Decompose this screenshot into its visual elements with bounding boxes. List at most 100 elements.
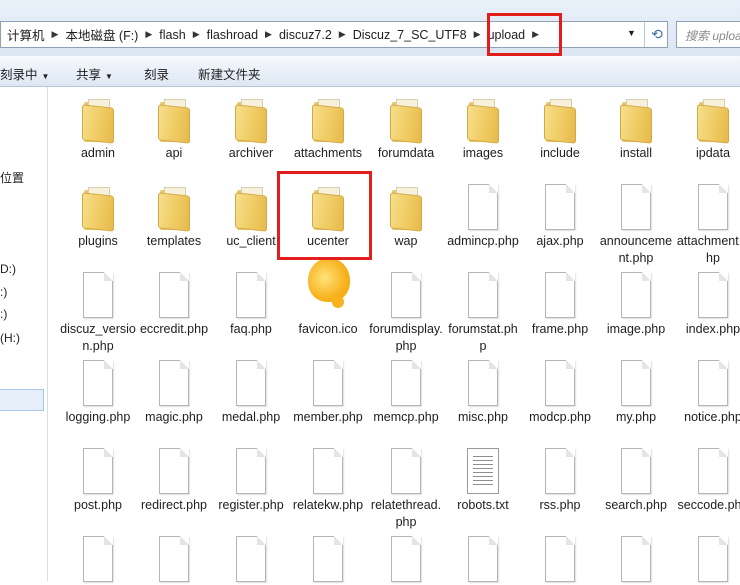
- file-item[interactable]: favicon.ico: [290, 258, 366, 338]
- file-item[interactable]: modcp.php: [522, 360, 598, 426]
- file-item[interactable]: discuz_version.php: [60, 272, 136, 355]
- file-item[interactable]: [445, 536, 521, 585]
- folder-item[interactable]: archiver: [213, 96, 289, 162]
- file-item[interactable]: [213, 536, 289, 585]
- breadcrumb-computer[interactable]: 计算机: [1, 25, 51, 44]
- file-item[interactable]: faq.php: [213, 272, 289, 338]
- refresh-icon[interactable]: ⟲: [644, 22, 669, 47]
- folder-item[interactable]: api: [136, 96, 212, 162]
- file-name: announcement.php: [599, 234, 673, 265]
- php-file-icon: [304, 536, 352, 584]
- folder-item[interactable]: forumdata: [368, 96, 444, 162]
- file-item[interactable]: announcement.php: [598, 184, 674, 267]
- file-item[interactable]: [598, 536, 674, 585]
- nav-selection-highlight: [0, 389, 44, 411]
- file-name: plugins: [78, 234, 118, 248]
- breadcrumb-flashroad[interactable]: flashroad: [201, 28, 264, 42]
- file-item[interactable]: member.php: [290, 360, 366, 426]
- nav-item-drive[interactable]: :): [0, 285, 7, 299]
- breadcrumb-separator-icon[interactable]: ▶: [51, 29, 60, 40]
- folder-item[interactable]: templates: [136, 184, 212, 250]
- file-item[interactable]: rss.php: [522, 448, 598, 514]
- nav-item-drive-selected[interactable]: :): [0, 307, 7, 321]
- nav-item-drive-d[interactable]: D:): [0, 262, 16, 276]
- breadcrumb-separator-icon[interactable]: ▶: [338, 29, 347, 40]
- file-item[interactable]: memcp.php: [368, 360, 444, 426]
- new-folder-button[interactable]: 新建文件夹: [198, 64, 261, 83]
- folder-item[interactable]: wap: [368, 184, 444, 250]
- file-item[interactable]: robots.txt: [445, 448, 521, 514]
- folder-item[interactable]: images: [445, 96, 521, 162]
- file-name: medal.php: [221, 410, 281, 424]
- file-name: my.php: [615, 410, 657, 424]
- folder-item[interactable]: attachments: [290, 96, 366, 162]
- file-name: index.php: [685, 322, 740, 336]
- search-input[interactable]: 搜索 upload: [676, 21, 740, 48]
- burn-button[interactable]: 刻录: [144, 64, 169, 83]
- file-item[interactable]: post.php: [60, 448, 136, 514]
- file-item[interactable]: frame.php: [522, 272, 598, 338]
- file-item[interactable]: [290, 536, 366, 585]
- file-name: magic.php: [145, 410, 203, 424]
- folder-item[interactable]: admin: [60, 96, 136, 162]
- breadcrumb-separator-icon[interactable]: ▶: [473, 29, 482, 40]
- file-name: seccode.php: [677, 498, 740, 512]
- php-file-icon: [689, 448, 737, 496]
- file-item[interactable]: notice.php: [675, 360, 740, 426]
- breadcrumb-flash[interactable]: flash: [153, 28, 191, 42]
- file-name: forumdata: [377, 146, 435, 160]
- nav-item-location[interactable]: 位置: [0, 169, 24, 186]
- file-item[interactable]: my.php: [598, 360, 674, 426]
- folder-icon: [74, 184, 122, 232]
- file-item[interactable]: ajax.php: [522, 184, 598, 250]
- file-item[interactable]: eccredit.php: [136, 272, 212, 338]
- file-item[interactable]: magic.php: [136, 360, 212, 426]
- file-item[interactable]: image.php: [598, 272, 674, 338]
- breadcrumb-discuz72[interactable]: discuz7.2: [273, 28, 338, 42]
- address-dropdown-icon[interactable]: ▼: [627, 28, 636, 38]
- organize-button[interactable]: 刻录中 ▼: [0, 64, 49, 83]
- file-item[interactable]: index.php: [675, 272, 740, 338]
- share-button[interactable]: 共享 ▼: [76, 64, 113, 83]
- breadcrumb-drive-f[interactable]: 本地磁盘 (F:): [59, 25, 144, 44]
- file-name: rss.php: [539, 498, 581, 512]
- folder-icon: [74, 96, 122, 144]
- breadcrumb-separator-icon[interactable]: ▶: [264, 29, 273, 40]
- file-item[interactable]: forumstat.php: [445, 272, 521, 355]
- file-item[interactable]: relatethread.php: [368, 448, 444, 531]
- breadcrumb-separator-icon[interactable]: ▶: [144, 29, 153, 40]
- folder-icon: [150, 96, 198, 144]
- php-file-icon: [689, 360, 737, 408]
- nav-item-drive-h[interactable]: (H:): [0, 331, 20, 345]
- file-name: discuz_version.php: [60, 322, 136, 353]
- folder-item[interactable]: plugins: [60, 184, 136, 250]
- file-item[interactable]: admincp.php: [445, 184, 521, 250]
- file-item[interactable]: misc.php: [445, 360, 521, 426]
- file-item[interactable]: [60, 536, 136, 585]
- breadcrumb-discuz-utf8[interactable]: Discuz_7_SC_UTF8: [347, 28, 473, 42]
- folder-item[interactable]: ipdata: [675, 96, 740, 162]
- folder-icon: [227, 184, 275, 232]
- file-item[interactable]: attachment.php: [675, 184, 740, 267]
- file-name: attachments: [293, 146, 363, 160]
- file-item[interactable]: relatekw.php: [290, 448, 366, 514]
- file-name: archiver: [228, 146, 274, 160]
- file-item[interactable]: [136, 536, 212, 585]
- folder-item[interactable]: include: [522, 96, 598, 162]
- file-item[interactable]: seccode.php: [675, 448, 740, 514]
- folder-item[interactable]: install: [598, 96, 674, 162]
- php-file-icon: [459, 536, 507, 584]
- file-item[interactable]: [522, 536, 598, 585]
- breadcrumb-separator-icon[interactable]: ▶: [192, 29, 201, 40]
- file-item[interactable]: medal.php: [213, 360, 289, 426]
- file-item[interactable]: [675, 536, 740, 585]
- file-item[interactable]: register.php: [213, 448, 289, 514]
- file-item[interactable]: forumdisplay.php: [368, 272, 444, 355]
- file-item[interactable]: [368, 536, 444, 585]
- file-item[interactable]: logging.php: [60, 360, 136, 426]
- file-name: misc.php: [457, 410, 509, 424]
- file-name: register.php: [218, 498, 284, 512]
- file-item[interactable]: search.php: [598, 448, 674, 514]
- file-item[interactable]: redirect.php: [136, 448, 212, 514]
- address-bar[interactable]: 计算机 ▶ 本地磁盘 (F:) ▶ flash ▶ flashroad ▶ di…: [0, 21, 668, 48]
